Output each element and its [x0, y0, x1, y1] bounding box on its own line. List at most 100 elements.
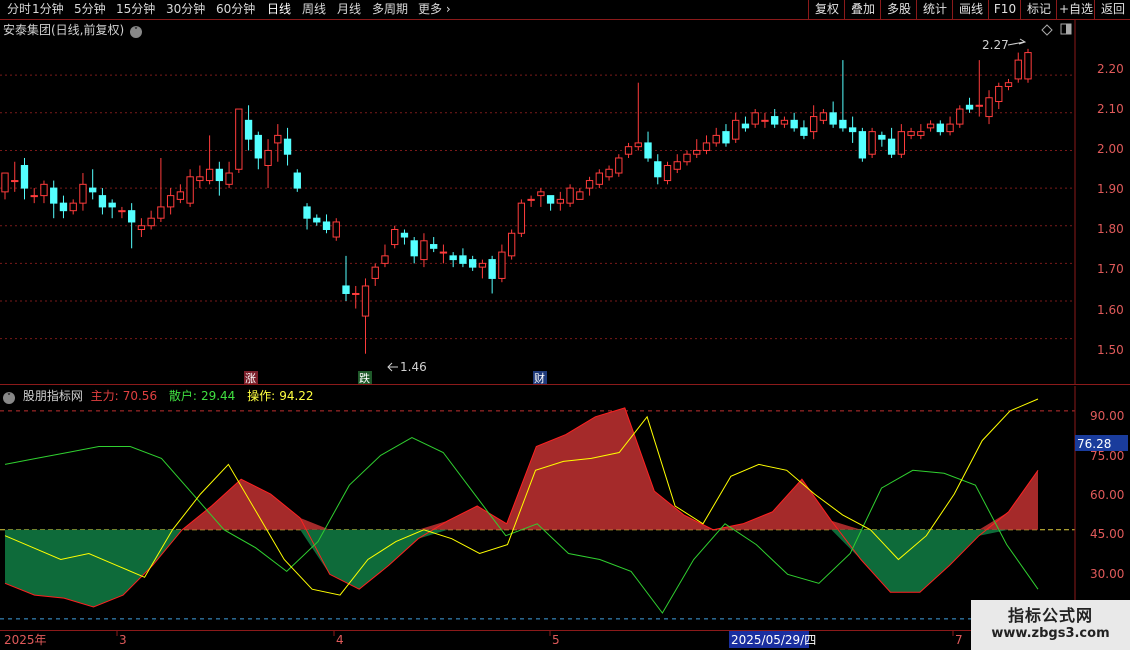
candle-body [342, 285, 350, 294]
candle-body [878, 134, 886, 140]
candle [30, 188, 38, 204]
period-15min[interactable]: 15分钟 [116, 1, 155, 17]
candle [1014, 52, 1022, 83]
candle [712, 127, 720, 147]
overlay-button[interactable]: 叠加 [844, 0, 881, 19]
mark-button[interactable]: 标记 [1020, 0, 1057, 19]
candle-body [624, 146, 633, 155]
candle-body [30, 195, 38, 198]
report-marker[interactable]: 财 [534, 371, 545, 385]
candle [98, 188, 107, 215]
candle [624, 142, 633, 158]
candle [965, 97, 974, 113]
f10-button[interactable]: F10 [988, 0, 1021, 19]
add-watchlist-button[interactable]: +自选 [1056, 0, 1095, 19]
candle-body [654, 161, 662, 178]
period-more[interactable]: 更多 › [418, 1, 451, 17]
candle-body [79, 183, 87, 204]
more-label: 更多 [418, 2, 443, 16]
candle-body [176, 191, 185, 200]
draw-line-button[interactable]: 画线 [952, 0, 989, 19]
candle-body [186, 176, 194, 204]
candle [605, 165, 613, 181]
candle [108, 199, 116, 219]
candle-body [985, 97, 993, 118]
multi-stock-button[interactable]: 多股 [880, 0, 917, 19]
candle [69, 199, 77, 215]
period-multi[interactable]: 多周期 [372, 1, 408, 17]
period-fenshi[interactable]: 分时 [7, 1, 31, 17]
period-60min[interactable]: 60分钟 [216, 1, 255, 17]
candle [556, 191, 565, 211]
candle-body [11, 180, 19, 183]
chevron-down-icon[interactable]: ˅ [3, 392, 15, 404]
candle [683, 150, 691, 166]
candle-body [975, 104, 983, 107]
candle [196, 165, 204, 189]
candle [498, 244, 506, 283]
candle-body [283, 138, 292, 155]
candle [157, 157, 165, 222]
period-1min[interactable]: 1分钟 [32, 1, 64, 17]
indicator-chart[interactable]: 90.00 75.00 60.00 45.00 30.00 76.28 [0, 386, 1130, 630]
candle-body [751, 112, 759, 125]
sanhu-value: 29.44 [200, 389, 236, 403]
candle-body [556, 198, 565, 204]
period-monthly[interactable]: 月线 [337, 1, 361, 17]
fuquan-button[interactable]: 复权 [808, 0, 845, 19]
back-button[interactable]: 返回 [1094, 0, 1130, 19]
candle-body [576, 191, 584, 200]
candle [410, 237, 418, 264]
candle-body [498, 251, 506, 279]
candle [352, 285, 360, 309]
fall-marker[interactable]: 跌 [359, 371, 370, 385]
candle-body [322, 221, 331, 230]
chevron-down-icon[interactable]: ˅ [130, 26, 143, 38]
period-30min[interactable]: 30分钟 [166, 1, 205, 17]
site-watermark: 指标公式网 www.zbgs3.com [971, 600, 1130, 650]
price-tick: 1.60 [1097, 303, 1124, 317]
stock-name: 安泰集团(日线,前复权) [3, 23, 125, 37]
statistics-button[interactable]: 统计 [916, 0, 953, 19]
candlestick-chart[interactable]: 2.20 2.10 2.00 1.90 1.80 1.70 1.60 1.50 … [0, 20, 1130, 385]
period-weekly[interactable]: 周线 [302, 1, 326, 17]
candle-body [108, 202, 116, 208]
candle-body [381, 255, 389, 264]
candle-body [693, 149, 701, 155]
candle-body [205, 168, 214, 182]
candle [89, 169, 97, 200]
sanhu-legend: 散户: 29.44 [169, 389, 239, 403]
price-axis: 2.20 2.10 2.00 1.90 1.80 1.70 1.60 1.50 [1097, 62, 1124, 357]
candle [1, 172, 9, 200]
candle [732, 112, 740, 143]
period-daily[interactable]: 日线 [267, 1, 291, 17]
candle [118, 206, 126, 219]
diamond-icon[interactable] [1041, 24, 1053, 36]
candle-body [887, 138, 896, 155]
candle-body [459, 255, 467, 264]
candle [517, 199, 526, 238]
candle [1024, 48, 1032, 83]
sanhu-label: 散户: [168, 389, 197, 403]
rise-marker[interactable]: 涨 [245, 372, 256, 385]
candle-body [147, 217, 155, 227]
candle [176, 184, 185, 204]
candle-body [225, 172, 233, 185]
candle-body [527, 198, 535, 201]
candle-body [361, 285, 370, 317]
candle [313, 214, 321, 226]
candle [800, 120, 808, 140]
candle-body [478, 262, 487, 268]
candle-body [98, 195, 107, 208]
candle [20, 157, 29, 200]
period-5min[interactable]: 5分钟 [74, 1, 106, 17]
candle-body [809, 116, 818, 133]
candle [449, 252, 457, 268]
candle-body [848, 127, 857, 133]
candle-body [965, 104, 974, 110]
candle [322, 214, 331, 234]
candle-body [995, 85, 1003, 103]
date-label: 3 [119, 633, 127, 647]
cursor-date-label: 2025/05/29/四 [731, 633, 816, 647]
candle [887, 127, 896, 158]
